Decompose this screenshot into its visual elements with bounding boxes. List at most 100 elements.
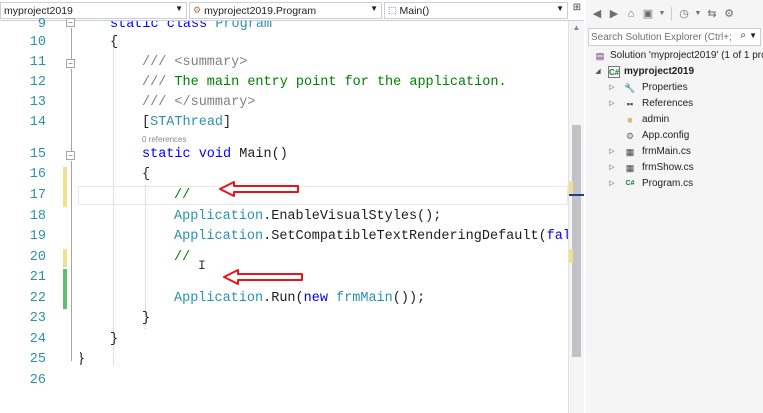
tree-item-app-config[interactable]: ⚙ App.config	[586, 128, 763, 144]
solution-icon: ▤	[595, 51, 605, 61]
code-line-22: Application.Run(new frmMain());	[174, 291, 426, 306]
tree-item-label: frmShow.cs	[642, 162, 694, 173]
chevron-down-icon[interactable]: ▼	[694, 6, 702, 22]
form-icon: ▦	[625, 163, 635, 173]
scrollbar-change-marker	[569, 249, 573, 263]
sync-icon[interactable]: ⇆	[705, 6, 719, 22]
code-line-15: static void Main()	[142, 147, 288, 162]
scrollbar-caret-marker	[569, 194, 584, 196]
line-number: 25	[29, 352, 46, 367]
unsaved-change-marker	[63, 249, 67, 267]
config-file-icon: ⚙	[625, 131, 635, 141]
pending-changes-icon[interactable]: ◷	[677, 6, 691, 22]
unsaved-change-marker	[63, 167, 67, 207]
line-number: 11	[29, 55, 46, 70]
collapsed-arrow-icon[interactable]: ▷	[608, 96, 616, 112]
expanded-arrow-icon[interactable]: ◢	[594, 64, 602, 80]
solution-explorer-toolbar: ◀ ▶ ⌂ ▣ ▼ ◷ ▼ ⇆ ⚙	[586, 3, 763, 25]
collapsed-arrow-icon[interactable]: ▷	[608, 144, 616, 160]
code-line-12: /// The main entry point for the applica…	[142, 75, 507, 90]
tree-item-solution[interactable]: ▤ Solution 'myproject2019' (1 of 1 proj	[586, 48, 763, 64]
code-editor[interactable]: myproject2019 ▼ ⚙ myproject2019.Program …	[0, 0, 584, 413]
line-number: 12	[29, 75, 46, 90]
line-number: 16	[29, 167, 46, 182]
form-icon: ▦	[625, 147, 635, 157]
method-icon: ⬚	[388, 5, 397, 15]
class-icon: ⚙	[193, 5, 202, 15]
switch-views-icon[interactable]: ▣	[641, 6, 655, 22]
collapse-toggle-icon[interactable]: −	[66, 59, 75, 68]
folder-icon: ■	[627, 115, 633, 125]
csharp-file-icon: C#	[625, 180, 635, 187]
code-line-13: /// </summary>	[142, 95, 256, 110]
code-line-11: /// <summary>	[142, 55, 248, 70]
indent-guide	[113, 45, 114, 365]
class-dropdown[interactable]: ⚙ myproject2019.Program ▼	[189, 2, 382, 19]
tree-item-frmshow[interactable]: ▷ ▦ frmShow.cs	[586, 160, 763, 176]
class-dropdown-label: myproject2019.Program	[204, 4, 317, 17]
collapsed-arrow-icon[interactable]: ▷	[608, 160, 616, 176]
tree-item-admin[interactable]: ■ admin	[586, 112, 763, 128]
collapsed-arrow-icon[interactable]: ▷	[608, 176, 616, 192]
text-cursor: I	[198, 258, 206, 273]
tree-item-project[interactable]: ◢ C# myproject2019	[586, 64, 763, 80]
scroll-up-icon[interactable]: ▲	[569, 21, 584, 35]
tree-item-references[interactable]: ▷ ▪▪ References	[586, 96, 763, 112]
collapse-toggle-icon[interactable]: −	[66, 18, 75, 27]
code-line-18: Application.EnableVisualStyles();	[174, 209, 442, 224]
search-icon[interactable]: ⌕	[740, 30, 746, 41]
code-line-17: //	[174, 188, 191, 203]
line-number: 15	[29, 147, 46, 162]
settings-icon[interactable]: ⚙	[722, 6, 736, 22]
saved-change-marker	[63, 269, 67, 309]
code-line-23: }	[142, 311, 151, 326]
member-dropdown[interactable]: ⬚ Main() ▼	[384, 2, 568, 19]
line-number: 14	[29, 115, 46, 130]
forward-icon[interactable]: ▶	[607, 6, 621, 22]
code-line-19: Application.SetCompatibleTextRenderingDe…	[174, 229, 568, 244]
tree-item-program[interactable]: ▷ C# Program.cs	[586, 176, 763, 192]
code-line-9: static class Program	[110, 21, 273, 32]
back-icon[interactable]: ◀	[590, 6, 604, 22]
codelens-references[interactable]: 0 references	[142, 135, 186, 145]
split-icon[interactable]: ⊞	[572, 2, 582, 19]
tree-item-label: frmMain.cs	[642, 146, 691, 157]
chevron-down-icon: ▼	[175, 4, 183, 13]
scrollbar-change-marker	[569, 181, 573, 195]
search-input[interactable]	[591, 30, 731, 44]
vertical-scrollbar[interactable]: ▲	[568, 21, 584, 413]
collapse-toggle-icon[interactable]: −	[66, 151, 75, 160]
line-number: 24	[29, 332, 46, 347]
code-line-14: [STAThread]	[142, 115, 232, 130]
tree-item-frmmain[interactable]: ▷ ▦ frmMain.cs	[586, 144, 763, 160]
code-line-20: //	[174, 250, 191, 265]
tree-item-label: myproject2019	[624, 66, 695, 77]
outline-line	[71, 69, 72, 151]
line-number: 22	[29, 291, 46, 306]
outline-line	[71, 28, 72, 60]
chevron-down-icon[interactable]: ▼	[749, 31, 757, 40]
navigation-bar: myproject2019 ▼ ⚙ myproject2019.Program …	[0, 0, 584, 21]
solution-explorer-search[interactable]: ⌕ ▼	[588, 28, 761, 46]
scrollbar-thumb[interactable]	[572, 125, 581, 357]
tree-item-label: Program.cs	[642, 178, 694, 189]
chevron-down-icon[interactable]: ▼	[658, 6, 666, 22]
indent-guide	[145, 185, 146, 329]
wrench-icon: 🔧	[624, 83, 636, 93]
outline-line	[71, 161, 72, 361]
chevron-down-icon: ▼	[370, 4, 378, 13]
code-line-10: {	[110, 35, 119, 50]
toolbar-separator	[671, 7, 672, 21]
collapsed-arrow-icon[interactable]: ▷	[608, 80, 616, 96]
code-line-16: {	[142, 167, 151, 182]
annotation-arrow-icon	[223, 269, 303, 285]
tree-item-label: Solution 'myproject2019' (1 of 1 proj	[610, 50, 763, 61]
home-icon[interactable]: ⌂	[624, 6, 638, 22]
tree-item-label: References	[642, 98, 694, 109]
annotation-arrow-icon	[219, 181, 299, 197]
code-area[interactable]: static class Program { /// <summary> ///…	[80, 21, 568, 413]
member-dropdown-label: Main()	[399, 4, 430, 17]
chevron-down-icon: ▼	[556, 4, 564, 13]
code-line-25: }	[80, 350, 85, 370]
tree-item-properties[interactable]: ▷ 🔧 Properties	[586, 80, 763, 96]
